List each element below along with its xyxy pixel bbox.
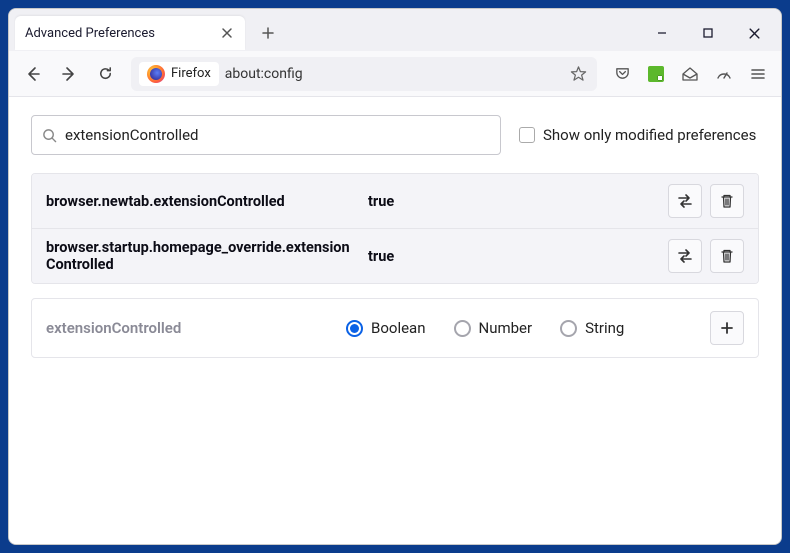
preference-row[interactable]: browser.startup.homepage_override.extens… [32, 228, 758, 283]
toggle-icon [676, 192, 694, 210]
navigation-toolbar: Firefox about:config [9, 51, 781, 97]
app-menu-button[interactable] [743, 59, 773, 89]
toggle-button[interactable] [668, 184, 702, 218]
checkbox-icon [519, 127, 535, 143]
titlebar: Advanced Preferences [9, 9, 781, 51]
browser-window: Advanced Preferences [8, 8, 782, 545]
new-tab-button[interactable] [253, 18, 283, 48]
hamburger-icon [750, 66, 766, 82]
row-actions [668, 239, 744, 273]
arrow-right-icon [60, 65, 78, 83]
reload-icon [97, 65, 114, 82]
search-row: Show only modified preferences [31, 115, 759, 155]
type-options: Boolean Number String [346, 319, 700, 337]
bookmark-button[interactable] [567, 63, 589, 85]
extension-icon [648, 66, 664, 82]
mail-icon [681, 65, 699, 83]
radio-icon [454, 320, 471, 337]
search-input[interactable] [65, 126, 490, 144]
toggle-button[interactable] [668, 239, 702, 273]
url-text: about:config [225, 66, 561, 82]
window-chrome: Advanced Preferences [9, 9, 781, 97]
preference-name: browser.startup.homepage_override.extens… [46, 239, 358, 273]
search-icon [42, 128, 57, 143]
add-button[interactable] [710, 311, 744, 345]
extension-button[interactable] [641, 59, 671, 89]
back-button[interactable] [17, 58, 49, 90]
checkbox-label: Show only modified preferences [543, 126, 756, 144]
active-tab[interactable]: Advanced Preferences [15, 16, 245, 50]
minimize-button[interactable] [641, 18, 683, 48]
radio-label: Boolean [371, 319, 426, 337]
identity-label: Firefox [171, 66, 211, 81]
mail-button[interactable] [675, 59, 705, 89]
maximize-button[interactable] [687, 18, 729, 48]
star-icon [570, 65, 587, 82]
modified-only-checkbox[interactable]: Show only modified preferences [519, 126, 756, 144]
plus-icon [719, 320, 735, 336]
close-icon [221, 27, 233, 39]
pocket-button[interactable] [607, 59, 637, 89]
identity-box[interactable]: Firefox [139, 62, 219, 86]
arrow-left-icon [24, 65, 42, 83]
plus-icon [261, 26, 275, 40]
firefox-icon [147, 65, 165, 83]
new-preference-name: extensionControlled [46, 319, 336, 337]
about-config-content: Show only modified preferences browser.n… [9, 97, 781, 544]
preference-value: true [368, 193, 658, 210]
close-icon [748, 27, 761, 40]
toggle-icon [676, 247, 694, 265]
close-window-button[interactable] [733, 18, 775, 48]
gauge-icon [715, 65, 733, 83]
new-preference-row: extensionControlled Boolean Number Strin… [31, 298, 759, 358]
address-bar[interactable]: Firefox about:config [131, 57, 597, 91]
minimize-icon [656, 27, 668, 39]
close-tab-button[interactable] [219, 25, 235, 41]
delete-button[interactable] [710, 184, 744, 218]
radio-icon [560, 320, 577, 337]
tab-title: Advanced Preferences [25, 26, 209, 41]
reload-button[interactable] [89, 58, 121, 90]
pocket-icon [614, 65, 631, 82]
forward-button[interactable] [53, 58, 85, 90]
maximize-icon [702, 27, 714, 39]
radio-boolean[interactable]: Boolean [346, 319, 426, 337]
trash-icon [719, 248, 735, 264]
preference-name: browser.newtab.extensionControlled [46, 193, 358, 210]
preference-results: browser.newtab.extensionControlled true … [31, 173, 759, 284]
search-box[interactable] [31, 115, 501, 155]
preference-row[interactable]: browser.newtab.extensionControlled true [32, 174, 758, 228]
radio-icon [346, 320, 363, 337]
row-actions [668, 184, 744, 218]
radio-label: Number [479, 319, 533, 337]
trash-icon [719, 193, 735, 209]
preference-value: true [368, 248, 658, 265]
shield-button[interactable] [709, 59, 739, 89]
radio-label: String [585, 319, 624, 337]
radio-string[interactable]: String [560, 319, 624, 337]
delete-button[interactable] [710, 239, 744, 273]
radio-number[interactable]: Number [454, 319, 533, 337]
